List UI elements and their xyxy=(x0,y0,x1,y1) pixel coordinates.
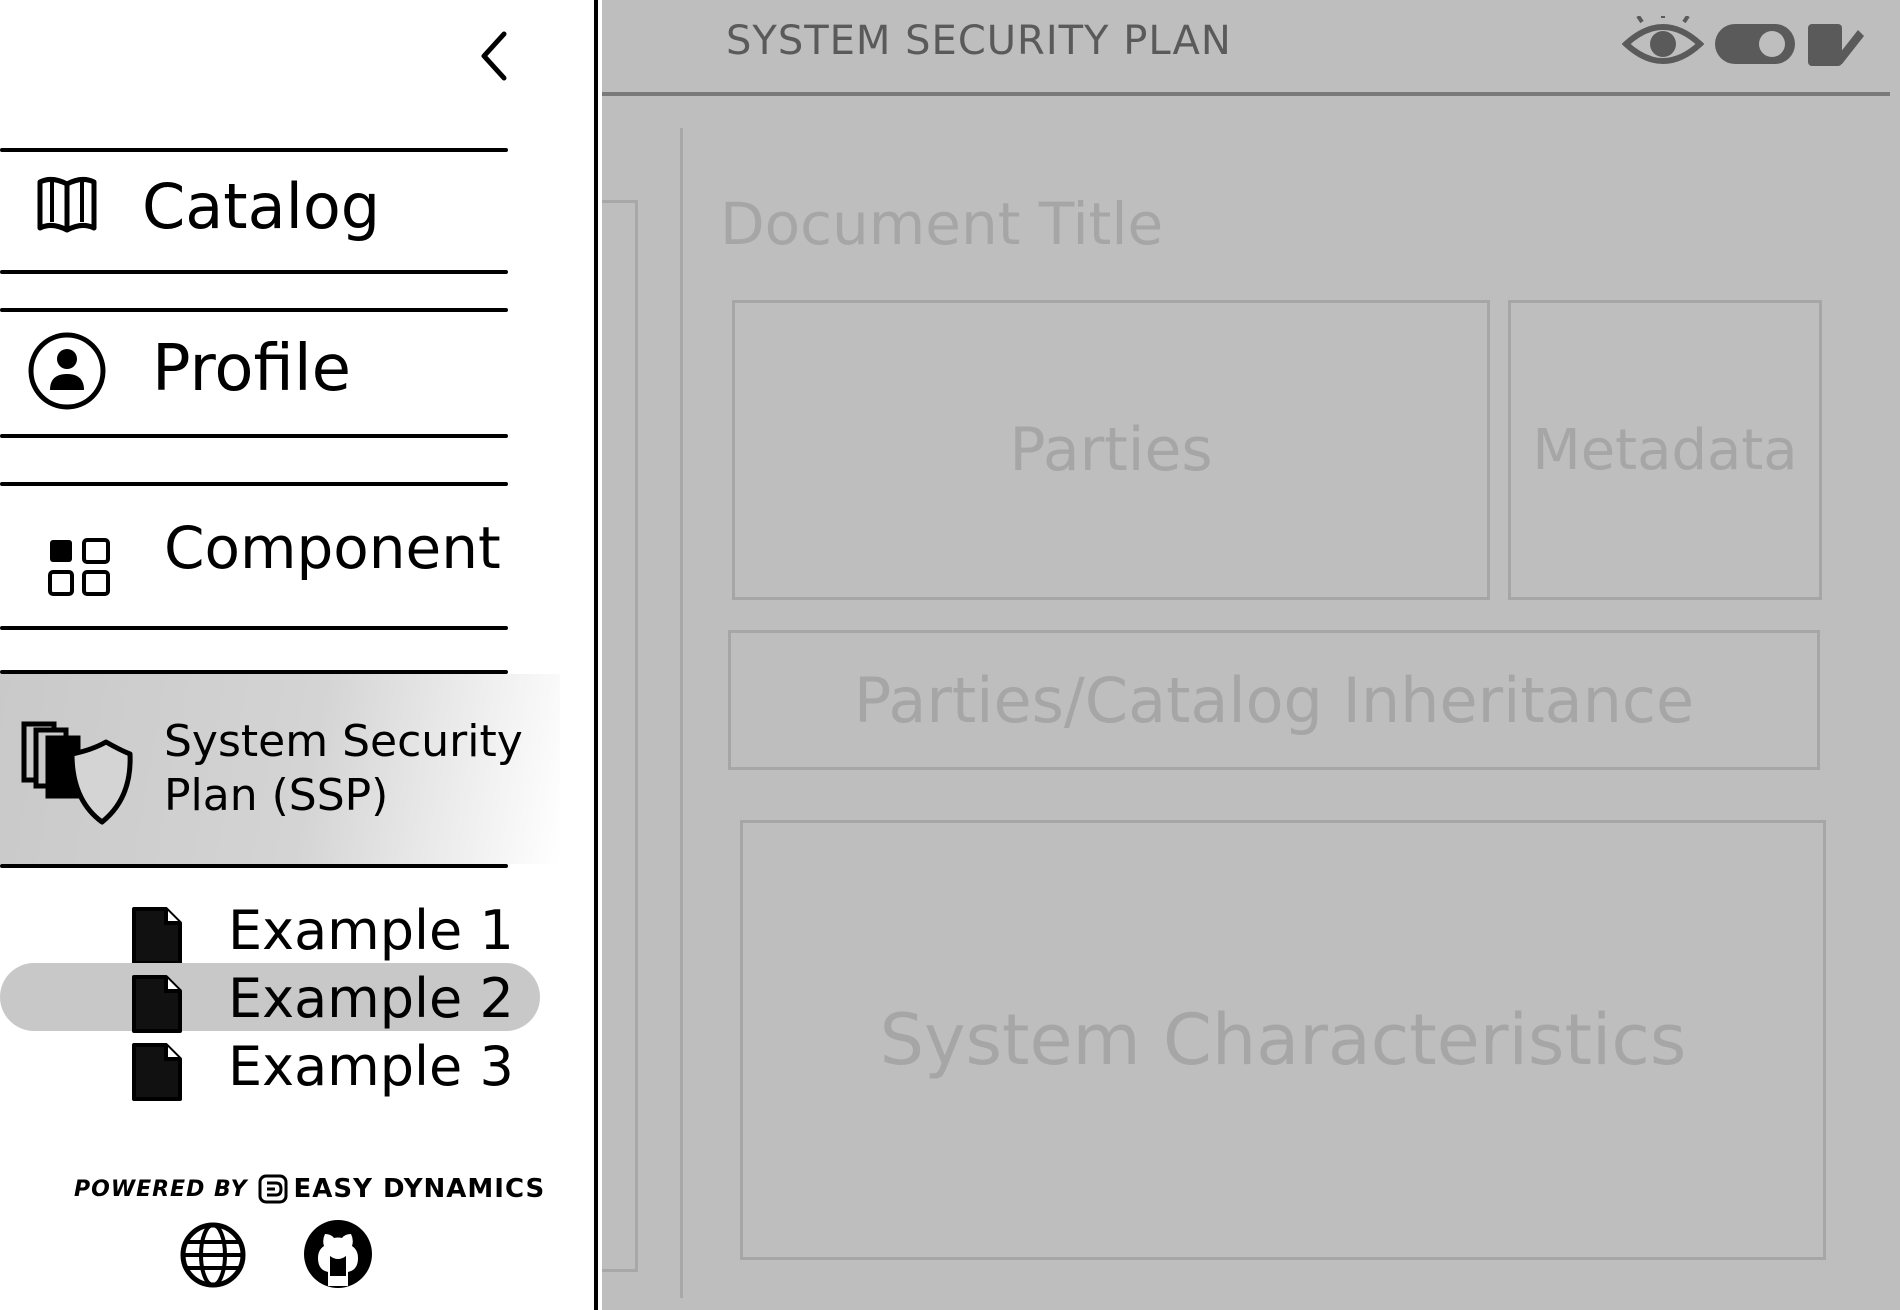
eye-icon xyxy=(1622,16,1704,64)
toolbar xyxy=(1622,16,1864,72)
powered-by-text: POWERED BY xyxy=(74,1176,248,1202)
ssp-shield-icon xyxy=(20,720,134,830)
ssp-document-label: Example 1 xyxy=(228,899,514,962)
ssp-document-item-example-1[interactable]: Example 1 xyxy=(0,895,540,965)
document-icon xyxy=(130,1041,184,1107)
sidebar-nav: Catalog Profile Component System Securit… xyxy=(0,0,598,1310)
globe-icon[interactable] xyxy=(178,1220,248,1294)
book-icon xyxy=(34,172,100,238)
ssp-document-label: Example 2 xyxy=(228,967,514,1030)
divider xyxy=(0,434,508,438)
document-icon xyxy=(130,973,184,1039)
view-button[interactable] xyxy=(1622,16,1704,72)
sidebar-item-label-line1: System Security xyxy=(164,716,523,767)
easy-dynamics-logo-icon xyxy=(258,1174,288,1204)
section-label: System Characteristics xyxy=(879,999,1687,1081)
system-characteristics-section[interactable]: System Characteristics xyxy=(740,820,1826,1260)
inheritance-section[interactable]: Parties/Catalog Inheritance xyxy=(728,630,1820,770)
powered-by: POWERED BY EASY DYNAMICS xyxy=(74,1174,545,1204)
edit-button[interactable] xyxy=(1806,18,1864,70)
toggle-icon xyxy=(1715,24,1795,64)
divider xyxy=(0,864,508,868)
sidebar-item-component[interactable]: Component xyxy=(0,486,508,626)
collapsed-panel-edge xyxy=(602,200,638,1272)
sidebar-item-catalog[interactable]: Catalog xyxy=(0,152,508,272)
sidebar-item-label: Profile xyxy=(152,332,351,406)
mode-toggle[interactable] xyxy=(1712,20,1798,68)
profile-icon xyxy=(26,330,108,412)
sidebar-item-label-line2: Plan (SSP) xyxy=(164,770,389,821)
section-label: Metadata xyxy=(1532,417,1798,483)
page-title: SYSTEM SECURITY PLAN xyxy=(726,18,1232,64)
sidebar-item-label: Component xyxy=(164,514,501,582)
sidebar-item-ssp[interactable]: System Security Plan (SSP) xyxy=(0,674,560,864)
sidebar-item-label: Catalog xyxy=(142,170,381,243)
component-grid-icon xyxy=(46,536,114,598)
ssp-document-label: Example 3 xyxy=(228,1035,514,1098)
github-icon[interactable] xyxy=(300,1216,376,1296)
header-divider xyxy=(602,92,1890,96)
section-label: Parties/Catalog Inheritance xyxy=(853,663,1695,737)
section-label: Parties xyxy=(1009,415,1213,485)
divider xyxy=(0,270,508,274)
ssp-document-item-example-2[interactable]: Example 2 xyxy=(0,963,540,1033)
divider xyxy=(0,626,508,630)
sidebar-item-profile[interactable]: Profile xyxy=(0,312,508,436)
collapse-sidebar-button[interactable] xyxy=(474,26,514,86)
metadata-section[interactable]: Metadata xyxy=(1508,300,1822,600)
ssp-document-item-example-3[interactable]: Example 3 xyxy=(0,1031,540,1101)
document-title: Document Title xyxy=(720,190,1164,258)
main-content: SYSTEM SECURITY PLAN Document Title Part… xyxy=(602,0,1900,1310)
edit-pencil-icon xyxy=(1808,24,1864,66)
content-border xyxy=(680,128,683,1298)
document-icon xyxy=(130,905,184,971)
chevron-left-icon xyxy=(481,31,507,81)
brand-name: EASY DYNAMICS xyxy=(293,1174,546,1204)
parties-section[interactable]: Parties xyxy=(732,300,1490,600)
brand-logo[interactable]: EASY DYNAMICS xyxy=(258,1174,546,1204)
